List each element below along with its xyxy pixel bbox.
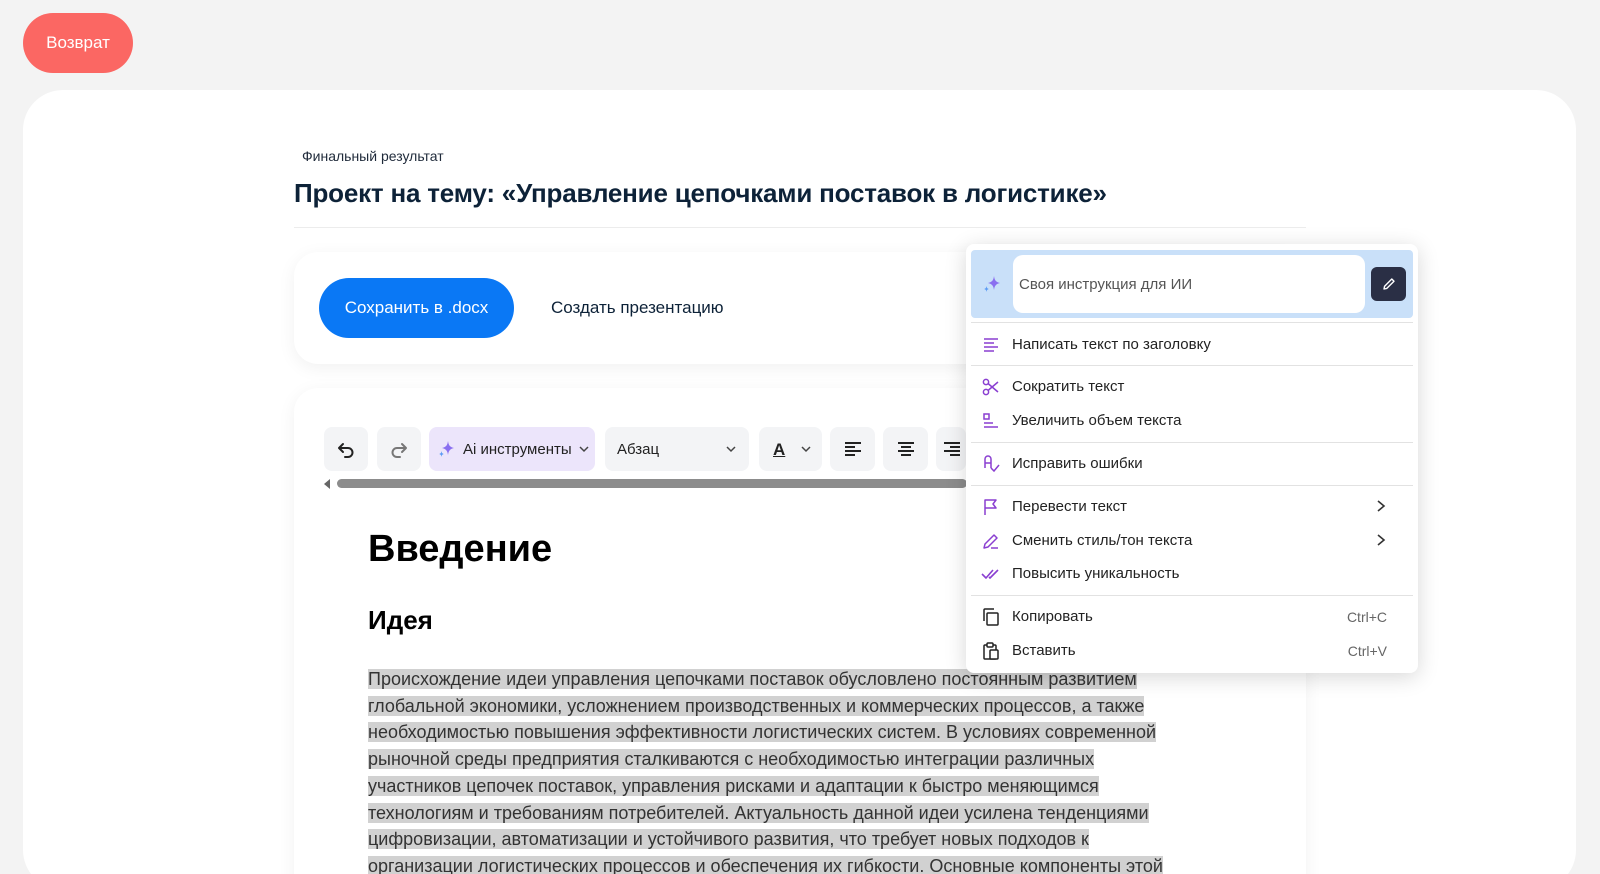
paragraph-line: организации логистических процессов и об… — [368, 855, 1163, 874]
spellcheck-icon — [984, 455, 1000, 473]
menu-item-expand-text[interactable]: Увеличить объем текста — [971, 405, 1413, 437]
pencil-icon — [1382, 278, 1395, 290]
align-right-icon — [944, 442, 960, 456]
undo-button[interactable] — [324, 427, 368, 471]
chevron-right-icon — [1377, 534, 1386, 546]
menu-item-label: Повысить уникальность — [1012, 565, 1180, 582]
menu-divider — [971, 595, 1413, 596]
align-lines-icon — [984, 338, 998, 352]
chevron-down-icon — [801, 446, 811, 453]
align-right-button[interactable] — [936, 427, 966, 471]
menu-item-label: Написать текст по заголовку — [1012, 336, 1211, 353]
paragraph-line: цифровизации, автоматизации и устойчивог… — [368, 829, 1089, 850]
page-title: Проект на тему: «Управление цепочками по… — [294, 178, 1107, 208]
ai-tools-label: Ai инструменты — [463, 440, 572, 458]
text-color-icon: A — [773, 439, 786, 459]
redo-icon — [391, 443, 407, 458]
menu-item-label: Копировать — [1012, 608, 1093, 625]
shortcut-hint: Ctrl+V — [1347, 643, 1387, 659]
menu-divider — [971, 485, 1413, 486]
paragraph-line: технологиям и требованиям потребителей. … — [368, 802, 1149, 823]
scroll-left-arrow[interactable] — [324, 479, 330, 489]
save-docx-button[interactable]: Сохранить в .docx — [319, 278, 514, 338]
toolbar-scrollbar[interactable] — [337, 479, 967, 488]
ai-tools-dropdown[interactable]: Ai инструменты — [429, 427, 595, 471]
chevron-down-icon — [726, 446, 736, 453]
copy-icon — [983, 608, 999, 626]
paragraph-line: необходимостью повышения эффективности л… — [368, 722, 1157, 743]
menu-divider — [971, 322, 1413, 323]
menu-item-label: Сократить текст — [1012, 378, 1125, 395]
menu-item-label: Увеличить объем текста — [1012, 412, 1182, 429]
paragraph-style-dropdown[interactable]: Абзац — [605, 427, 749, 471]
menu-divider — [971, 442, 1413, 443]
create-presentation-button[interactable]: Создать презентацию — [551, 298, 724, 318]
paragraph-line: глобальной экономики, усложнением произв… — [368, 695, 1145, 716]
ai-instruction-input[interactable] — [1013, 255, 1365, 313]
paste-icon — [983, 642, 999, 660]
page-kicker: Финальный результат — [302, 148, 444, 164]
shortcut-hint: Ctrl+C — [1346, 609, 1387, 625]
ai-submit-button[interactable] — [1371, 267, 1406, 301]
align-left-button[interactable] — [830, 427, 875, 471]
align-center-icon — [897, 442, 914, 456]
menu-item-translate[interactable]: Перевести текст — [971, 491, 1413, 523]
menu-item-increase-uniqueness[interactable]: Повысить уникальность — [971, 558, 1413, 590]
menu-item-label: Перевести текст — [1012, 498, 1128, 515]
back-button[interactable]: Возврат — [23, 13, 133, 73]
text-color-dropdown[interactable]: A — [759, 427, 822, 471]
sparkle-icon — [439, 441, 454, 457]
paragraph-line: участников цепочек поставок, управления … — [368, 775, 1099, 796]
redo-button[interactable] — [377, 427, 421, 471]
align-center-button[interactable] — [883, 427, 928, 471]
pencil-icon — [983, 534, 998, 549]
menu-item-label: Вставить — [1012, 642, 1076, 659]
scissors-icon — [982, 378, 999, 396]
menu-item-label: Исправить ошибки — [1012, 455, 1143, 472]
menu-item-paste[interactable]: Вставить Ctrl+V — [971, 635, 1413, 667]
chevron-down-icon — [579, 446, 589, 453]
menu-item-change-style[interactable]: Сменить стиль/тон текста — [971, 525, 1413, 557]
chevron-right-icon — [1377, 500, 1386, 512]
sparkle-icon — [984, 276, 1000, 292]
undo-icon — [338, 443, 354, 458]
menu-item-fix-errors[interactable]: Исправить ошибки — [971, 448, 1413, 480]
translate-flag-icon — [984, 499, 997, 515]
menu-item-shorten-text[interactable]: Сократить текст — [971, 371, 1413, 403]
paragraph-style-label: Абзац — [617, 440, 660, 458]
align-left-icon — [844, 442, 861, 456]
double-check-icon — [981, 569, 999, 579]
expand-text-icon — [983, 413, 998, 428]
document-paragraph[interactable]: Происхождение идеи управления цепочками … — [368, 666, 1228, 874]
document-heading-1: Введение — [368, 528, 553, 570]
paragraph-line: рыночной среды предприятия сталкиваются … — [368, 749, 1095, 770]
document-heading-2: Идея — [368, 605, 433, 635]
menu-item-label: Сменить стиль/тон текста — [1012, 532, 1193, 549]
menu-divider — [971, 365, 1413, 366]
menu-item-write-by-heading[interactable]: Написать текст по заголовку — [971, 329, 1413, 361]
title-divider — [294, 227, 1306, 228]
menu-item-copy[interactable]: Копировать Ctrl+C — [971, 601, 1413, 633]
